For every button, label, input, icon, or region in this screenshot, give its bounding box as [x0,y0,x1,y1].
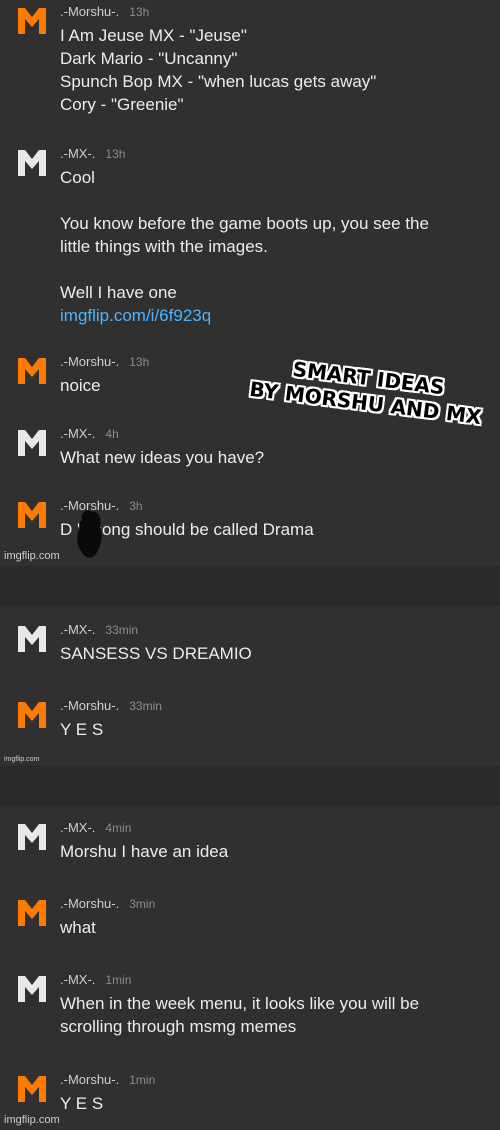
message-text: noice [60,376,101,395]
timestamp: 13h [129,355,150,369]
mx-avatar-icon[interactable] [16,146,48,178]
imgflip-watermark: imgflip.com [4,1114,60,1126]
username[interactable]: .-MX-. [60,972,95,987]
timestamp: 13h [105,147,126,161]
morshu-avatar-icon[interactable] [16,698,48,730]
timestamp: 3h [129,499,143,513]
username[interactable]: .-Morshu-. [60,896,119,911]
message-text: what [60,918,96,937]
message-text: What new ideas you have? [60,448,265,467]
morshu-avatar-icon[interactable] [16,354,48,386]
timestamp: 1min [105,973,132,987]
imgflip-watermark: imgflip.com [4,756,40,763]
message-text: Y E S [60,720,104,739]
morshu-avatar-icon[interactable] [16,1072,48,1104]
username[interactable]: .-Morshu-. [60,698,119,713]
morshu-avatar-icon[interactable] [16,896,48,928]
message-link[interactable]: imgflip.com/i/6f923q [60,306,211,325]
username[interactable]: .-MX-. [60,426,95,441]
username[interactable]: .-MX-. [60,146,95,161]
imgflip-watermark: imgflip.com [4,550,60,562]
username[interactable]: .-Morshu-. [60,354,119,369]
message-text: When in the week menu, it looks like you… [60,994,420,1036]
mx-avatar-icon[interactable] [16,972,48,1004]
mx-avatar-icon[interactable] [16,426,48,458]
message-text-body: Cool You know before the game boots up, … [60,168,429,302]
username[interactable]: .-MX-. [60,820,95,835]
timestamp: 3min [129,897,156,911]
message-text: Y E S [60,1094,104,1113]
message-text: SANSESS VS DREAMIO [60,644,252,663]
timestamp: 4h [105,427,119,441]
mx-avatar-icon[interactable] [16,622,48,654]
username[interactable]: .-Morshu-. [60,4,119,19]
scribble-censor-mark [77,510,102,558]
message-text: Morshu I have an idea [60,842,229,861]
timestamp: 13h [129,5,150,19]
message-text: Cool You know before the game boots up, … [60,166,429,327]
timestamp: 33min [129,699,162,713]
message-text: I Am Jeuse MX - "Jeuse" Dark Mario - "Un… [60,26,377,114]
panel-gap-2 [0,766,500,806]
mx-avatar-icon[interactable] [16,820,48,852]
timestamp: 1min [129,1073,156,1087]
morshu-avatar-icon[interactable] [16,4,48,36]
username[interactable]: .-Morshu-. [60,1072,119,1087]
timestamp: 33min [105,623,139,637]
username[interactable]: .-MX-. [60,622,95,637]
timestamp: 4min [105,821,132,835]
morshu-avatar-icon[interactable] [16,498,48,530]
panel-gap-1 [0,566,500,606]
